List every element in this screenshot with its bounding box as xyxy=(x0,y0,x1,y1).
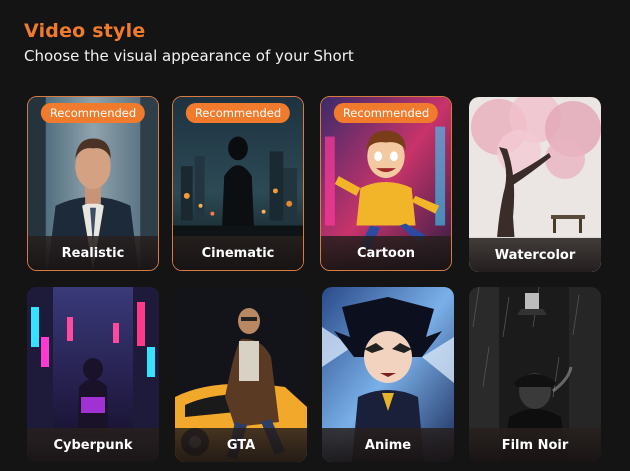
style-card-label: GTA xyxy=(175,428,307,462)
style-card-label: Realistic xyxy=(28,236,158,270)
style-card-gta[interactable]: GTA xyxy=(175,287,307,462)
recommended-badge: Recommended xyxy=(333,103,439,123)
recommended-badge: Recommended xyxy=(40,103,146,123)
style-card-label: Cartoon xyxy=(321,236,451,270)
style-card-label: Cinematic xyxy=(173,236,303,270)
style-card-cinematic[interactable]: Recommended Cinematic xyxy=(172,96,304,271)
style-card-film-noir[interactable]: Film Noir xyxy=(469,287,601,462)
style-card-watercolor[interactable]: Watercolor xyxy=(469,97,601,272)
style-card-label: Anime xyxy=(322,428,454,462)
style-card-label: Film Noir xyxy=(469,428,601,462)
style-card-anime[interactable]: Anime xyxy=(322,287,454,462)
style-card-realistic[interactable]: Recommended Realistic xyxy=(27,96,159,271)
style-card-label: Watercolor xyxy=(469,238,601,272)
style-card-cartoon[interactable]: Recommended Cartoon xyxy=(320,96,452,271)
page-title: Video style xyxy=(24,20,146,42)
style-card-label: Cyberpunk xyxy=(27,428,159,462)
page-subtitle: Choose the visual appearance of your Sho… xyxy=(24,47,354,65)
style-card-cyberpunk[interactable]: Cyberpunk xyxy=(27,287,159,462)
recommended-badge: Recommended xyxy=(185,103,291,123)
